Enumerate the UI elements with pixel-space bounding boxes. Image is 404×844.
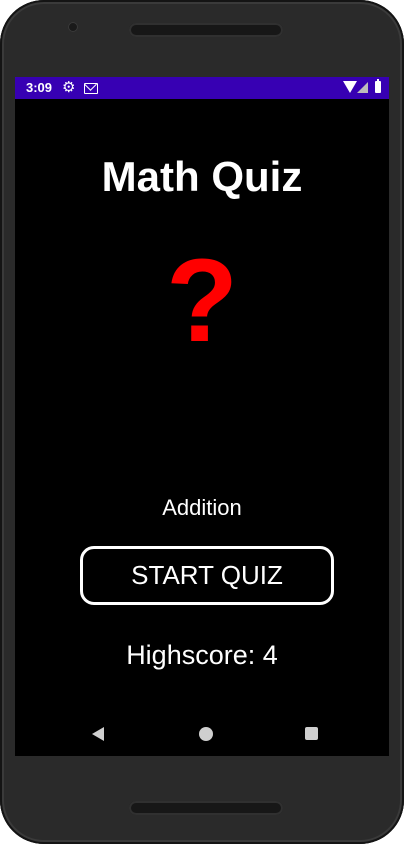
bottom-speaker — [129, 801, 283, 815]
wifi-icon — [343, 81, 357, 93]
highscore: Highscore: 4 — [15, 640, 389, 671]
home-icon[interactable] — [199, 727, 213, 741]
page-title: Math Quiz — [101, 153, 303, 200]
mail-icon — [84, 83, 98, 94]
back-icon[interactable] — [92, 727, 104, 741]
signal-icon — [357, 82, 368, 93]
start-quiz-button[interactable]: START QUIZ — [80, 546, 334, 605]
status-bar: 3:09 ⚙ — [15, 77, 389, 99]
front-camera — [68, 22, 78, 32]
quiz-mode-label: Addition — [162, 495, 242, 520]
phone-frame: 3:09 ⚙ Math Quiz ? Addition START QUIZ H… — [0, 0, 404, 844]
gear-icon: ⚙ — [62, 79, 76, 96]
highscore-label: Highscore: — [126, 640, 256, 670]
screen: 3:09 ⚙ Math Quiz ? Addition START QUIZ H… — [15, 77, 389, 756]
question-mark-icon: ? — [165, 235, 239, 367]
earpiece-speaker — [129, 23, 283, 37]
start-quiz-button-label: START QUIZ — [131, 560, 283, 590]
recents-icon[interactable] — [305, 727, 318, 740]
highscore-value: 4 — [262, 640, 278, 670]
status-time: 3:09 — [26, 80, 53, 95]
battery-icon — [375, 79, 381, 93]
